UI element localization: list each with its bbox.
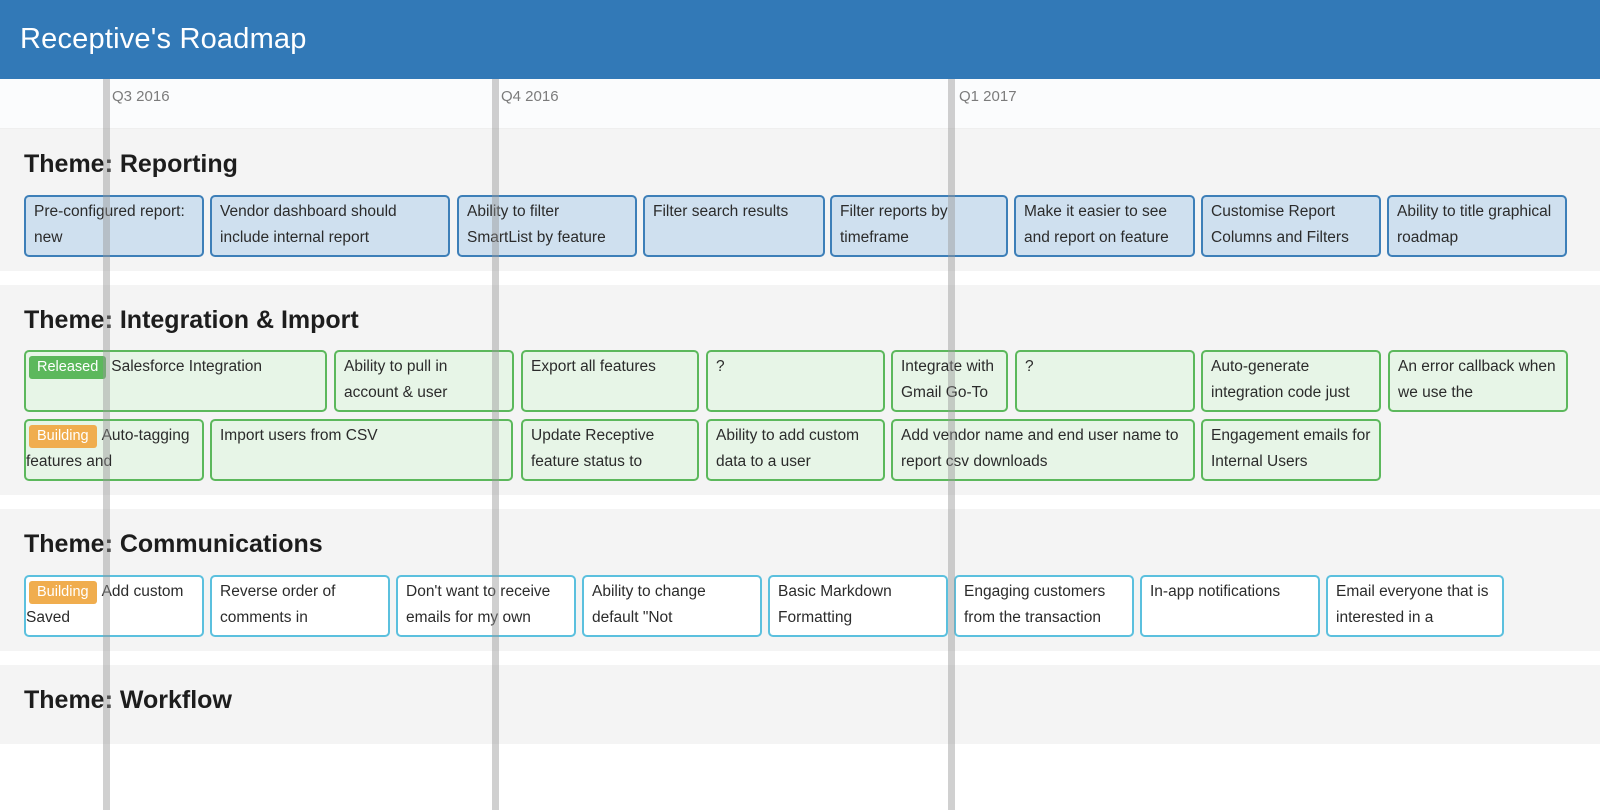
feature-card-title: Engagement emails for Internal Users: [1211, 427, 1371, 470]
feature-card-title: Engaging customers from the transaction: [964, 582, 1106, 626]
feature-card-title: Make it easier to see and report on feat…: [1024, 202, 1169, 246]
roadmap-board: Theme: Reporting Pre-configured report: n…: [0, 129, 1600, 744]
quarter-label: Q3 2016: [112, 88, 170, 105]
feature-card[interactable]: Ability to pull in account & user: [334, 350, 514, 412]
feature-card[interactable]: Integrate with Gmail Go-To: [891, 350, 1008, 412]
feature-card-title: Basic Markdown Formatting: [778, 582, 892, 626]
feature-card[interactable]: Export all features: [521, 350, 699, 412]
feature-card[interactable]: Ability to title graphical roadmap: [1387, 194, 1567, 257]
roadmap-row: Released Salesforce Integration Ability to…: [0, 350, 1600, 412]
feature-card-title: Ability to change default "Not: [592, 582, 706, 626]
feature-card-title: Ability to pull in account & user: [344, 358, 448, 401]
feature-card-title: Reverse order of comments in: [220, 582, 336, 626]
theme-section: Theme: Reporting Pre-configured report: n…: [0, 129, 1600, 271]
feature-card[interactable]: Engaging customers from the transaction: [954, 574, 1134, 637]
feature-card[interactable]: Released Salesforce Integration: [24, 350, 327, 412]
theme-section: Theme: Communications Building Add custom …: [0, 509, 1600, 651]
feature-card-title: ?: [1025, 358, 1034, 375]
app-header: Receptive's Roadmap: [0, 0, 1600, 79]
roadmap-row: Pre-configured report: new Vendor dashboa…: [0, 194, 1600, 257]
feature-card[interactable]: Ability to filter SmartList by feature: [457, 194, 637, 257]
feature-card-title: Filter search results: [653, 202, 789, 220]
feature-card[interactable]: Vendor dashboard should include internal…: [210, 194, 450, 257]
roadmap-row: Building Auto-tagging features and Import …: [0, 419, 1600, 481]
feature-card-title: Export all features: [531, 358, 656, 375]
feature-card[interactable]: Building Add custom Saved: [24, 574, 204, 637]
feature-card-title: Filter reports by timeframe: [840, 202, 948, 246]
page-title: Receptive's Roadmap: [20, 23, 307, 55]
feature-card[interactable]: Import users from CSV: [210, 419, 513, 481]
theme-title: Theme: Reporting: [24, 150, 238, 178]
roadmap-row: Building Add custom Saved Reverse order of…: [0, 574, 1600, 637]
feature-card-title: Ability to add custom data to a user: [716, 427, 860, 470]
theme-title: Theme: Workflow: [24, 685, 232, 714]
feature-card-title: ?: [716, 358, 725, 375]
quarter-label: Q1 2017: [959, 88, 1017, 105]
feature-card-title: Update Receptive feature status to: [531, 427, 655, 470]
theme-section: Theme: Integration & Import Released Sales…: [0, 284, 1600, 495]
feature-card[interactable]: Don't want to receive emails for my own: [396, 574, 576, 637]
status-badge: Released: [29, 356, 107, 379]
feature-card-title: Salesforce Integration: [111, 358, 263, 375]
feature-card[interactable]: Ability to change default "Not: [582, 574, 762, 637]
feature-card[interactable]: In-app notifications: [1140, 574, 1320, 637]
feature-card[interactable]: Ability to add custom data to a user: [706, 419, 885, 481]
feature-card-title: In-app notifications: [1150, 582, 1281, 600]
feature-card[interactable]: Basic Markdown Formatting: [768, 574, 948, 637]
feature-card[interactable]: Add vendor name and end user name to rep…: [891, 419, 1195, 481]
feature-card[interactable]: Building Auto-tagging features and: [24, 419, 204, 481]
theme-title: Theme: Communications: [24, 530, 323, 558]
feature-card-title: Vendor dashboard should include internal…: [220, 202, 397, 246]
feature-card-title: Add vendor name and end user name to rep…: [901, 427, 1179, 470]
feature-card-title: Ability to filter SmartList by feature: [467, 202, 606, 246]
feature-card[interactable]: Pre-configured report: new: [24, 194, 204, 257]
feature-card[interactable]: An error callback when we use the: [1388, 350, 1568, 412]
feature-card-title: Integrate with Gmail Go-To: [901, 358, 995, 401]
feature-card[interactable]: Engagement emails for Internal Users: [1201, 419, 1381, 481]
feature-card[interactable]: Filter search results: [643, 194, 825, 257]
feature-card[interactable]: ?: [706, 350, 885, 412]
feature-card-title: Customise Report Columns and Filters: [1211, 202, 1349, 246]
feature-card[interactable]: Filter reports by timeframe: [830, 194, 1008, 257]
timeline-strip: Q3 2016 Q4 2016 Q1 2017: [0, 79, 1600, 129]
feature-card-title: Pre-configured report: new: [34, 202, 185, 246]
feature-card-title: Don't want to receive emails for my own: [406, 582, 551, 626]
feature-card-title: An error callback when we use the: [1398, 358, 1556, 401]
feature-card-title: Ability to title graphical roadmap: [1397, 202, 1552, 246]
feature-card[interactable]: Make it easier to see and report on feat…: [1014, 194, 1195, 257]
feature-card-title: Email everyone that is interested in a: [1336, 582, 1489, 626]
feature-card[interactable]: Reverse order of comments in: [210, 574, 390, 637]
feature-card[interactable]: ?: [1015, 350, 1195, 412]
status-badge: Building: [29, 580, 97, 604]
theme-section: Theme: Workflow: [0, 664, 1600, 744]
quarter-label: Q4 2016: [501, 88, 559, 105]
feature-card[interactable]: Customise Report Columns and Filters: [1201, 194, 1381, 257]
theme-title: Theme: Integration & Import: [24, 305, 359, 334]
feature-card-title: Auto-generate integration code just: [1211, 358, 1350, 401]
status-badge: Building: [29, 425, 97, 448]
feature-card-title: Import users from CSV: [220, 427, 378, 444]
feature-card[interactable]: Auto-generate integration code just: [1201, 350, 1381, 412]
feature-card[interactable]: Update Receptive feature status to: [521, 419, 699, 481]
feature-card[interactable]: Email everyone that is interested in a: [1326, 574, 1504, 637]
